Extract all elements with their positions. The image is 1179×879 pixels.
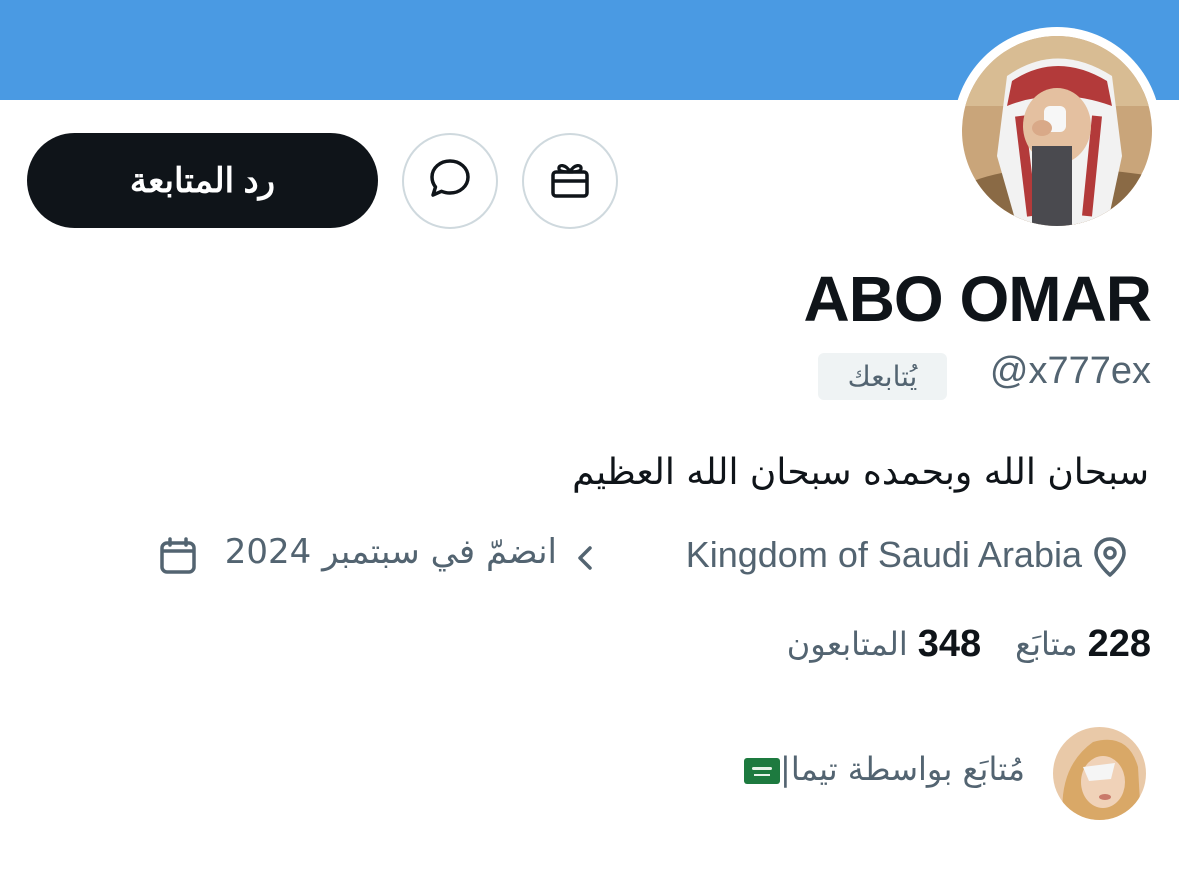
profile-avatar[interactable] bbox=[953, 27, 1161, 235]
follows-you-badge: يُتابعك bbox=[818, 353, 947, 400]
message-icon bbox=[426, 155, 474, 207]
display-name: ABO OMAR bbox=[803, 263, 1152, 335]
message-button[interactable] bbox=[402, 133, 498, 229]
followers-label: المتابعون bbox=[786, 625, 908, 663]
followed-by-label: مُتابَع بواسطة تيما| bbox=[780, 750, 1025, 788]
following-stat[interactable]: 228 متابَع bbox=[1015, 623, 1151, 666]
mutual-follower-avatar[interactable] bbox=[1053, 727, 1146, 820]
follow-back-button[interactable]: رد المتابعة bbox=[27, 133, 378, 228]
profile-location: Kingdom of Saudi Arabia bbox=[685, 534, 1082, 575]
join-date: انضمّ في سبتمبر 2024 bbox=[224, 532, 557, 572]
followed-by-text[interactable]: مُتابَع بواسطة تيما| bbox=[740, 750, 1025, 788]
following-label: متابَع bbox=[1015, 625, 1078, 663]
gift-button[interactable] bbox=[522, 133, 618, 229]
profile-bio: سبحان الله وبحمده سبحان الله العظيم bbox=[572, 452, 1149, 493]
following-count: 228 bbox=[1087, 622, 1151, 665]
calendar-icon bbox=[158, 536, 198, 576]
followers-stat[interactable]: 348 المتابعون bbox=[787, 623, 981, 666]
profile-stats: 228 متابَع 348 المتابعون bbox=[787, 620, 1151, 668]
gift-icon bbox=[547, 156, 593, 206]
followers-count: 348 bbox=[917, 622, 982, 665]
avatar-image bbox=[962, 36, 1152, 226]
saudi-flag-icon bbox=[744, 758, 781, 784]
chevron-left-icon[interactable] bbox=[570, 540, 600, 576]
location-pin-icon bbox=[1088, 535, 1132, 579]
username-handle: @x777ex bbox=[989, 350, 1151, 392]
